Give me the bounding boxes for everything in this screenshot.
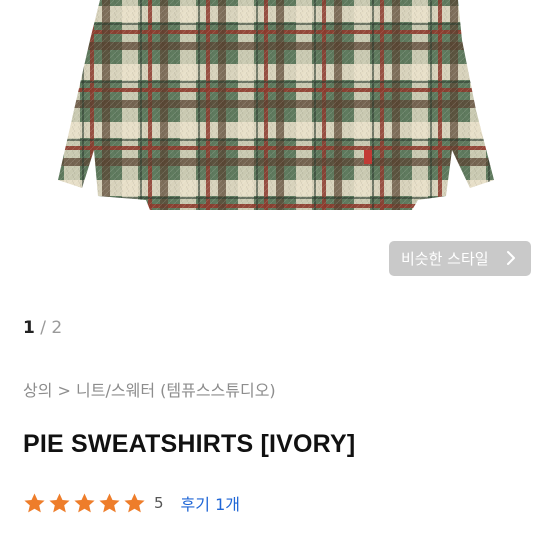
plaid-sweatshirt-image	[58, 0, 494, 210]
breadcrumb-category[interactable]: 상의	[23, 381, 52, 400]
rating-row: 5 후기 1개	[23, 491, 240, 515]
rating-score: 5	[154, 494, 164, 512]
breadcrumb-separator: >	[57, 381, 71, 400]
breadcrumb-brand[interactable]: (템퓨스스튜디오)	[160, 381, 276, 400]
star-icon	[99, 492, 120, 512]
chevron-right-icon	[507, 251, 515, 265]
product-image[interactable]	[0, 0, 554, 232]
star-icon	[74, 492, 95, 512]
pager-current: 1	[23, 318, 35, 338]
label-tab	[364, 150, 372, 164]
reviews-link[interactable]: 후기 1개	[181, 491, 240, 515]
image-pager: 1 / 2	[23, 318, 62, 338]
star-icon	[124, 492, 145, 512]
pager-separator: /	[40, 318, 46, 338]
star-icon	[49, 492, 70, 512]
pager-total: 2	[51, 318, 63, 338]
similar-style-label: 비슷한 스타일	[401, 250, 489, 268]
star-icon	[24, 492, 45, 512]
similar-style-button[interactable]: 비슷한 스타일	[389, 241, 531, 276]
product-title: PIE SWEATSHIRTS [IVORY]	[23, 430, 356, 458]
breadcrumb-subcategory[interactable]: 니트/스웨터	[76, 381, 155, 400]
breadcrumb: 상의 > 니트/스웨터 (템퓨스스튜디오)	[23, 377, 276, 401]
star-rating	[23, 492, 146, 515]
